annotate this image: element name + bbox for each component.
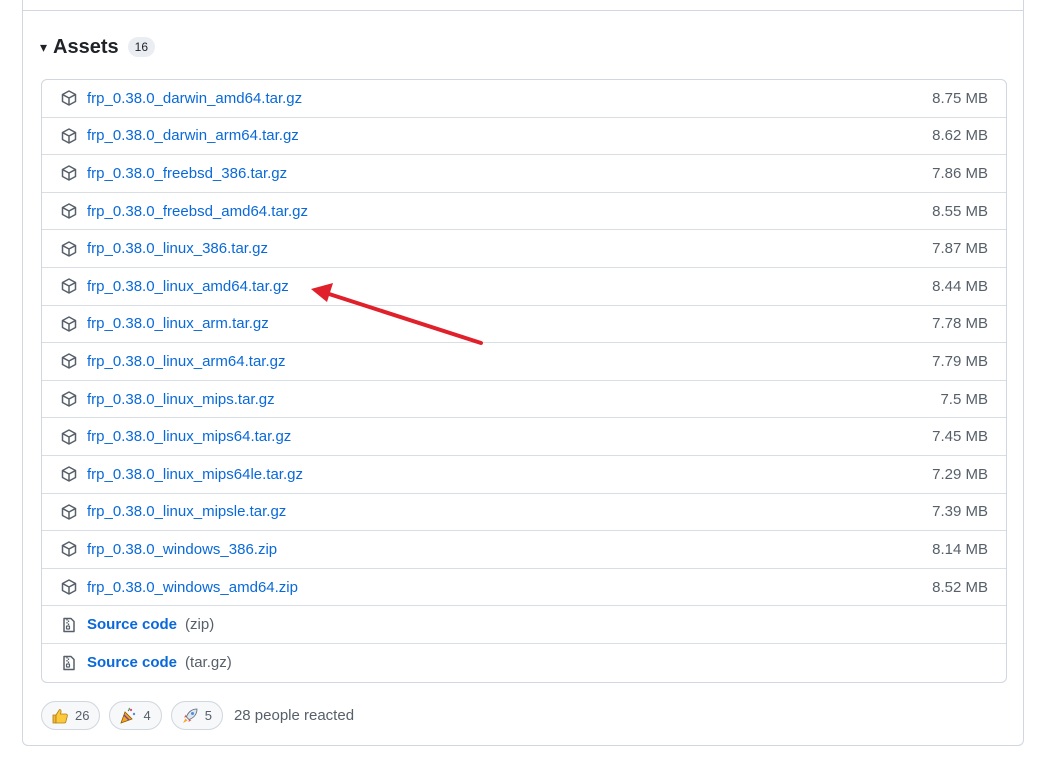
divider (22, 10, 1024, 11)
asset-download-link[interactable]: frp_0.38.0_windows_amd64.zip (87, 579, 298, 596)
file-zip-icon (60, 654, 78, 672)
asset-size: 7.5 MB (940, 390, 988, 408)
source-code-ext: (tar.gz) (185, 654, 232, 672)
assets-toggle[interactable]: ▾ Assets 16 (40, 33, 155, 61)
source-code-label: Source code (87, 654, 178, 672)
asset-row: frp_0.38.0_freebsd_386.tar.gz 7.86 MB (42, 155, 1006, 193)
source-code-row: Source code (tar.gz) (42, 644, 1006, 682)
reactions-bar: 26 4 5 28 people reacted (41, 700, 354, 731)
asset-list: frp_0.38.0_darwin_amd64.tar.gz 8.75 MB frp… (41, 79, 1007, 683)
source-code-row: Source code (zip) (42, 606, 1006, 644)
package-icon (60, 503, 78, 521)
asset-download-link[interactable]: frp_0.38.0_linux_386.tar.gz (87, 240, 268, 257)
asset-row: frp_0.38.0_darwin_amd64.tar.gz 8.75 MB (42, 80, 1006, 118)
package-icon (60, 315, 78, 333)
asset-size: 8.75 MB (932, 89, 988, 107)
asset-size: 7.79 MB (932, 352, 988, 370)
asset-row: frp_0.38.0_linux_mips64le.tar.gz 7.29 MB (42, 456, 1006, 494)
package-icon (60, 540, 78, 558)
asset-size: 8.44 MB (932, 277, 988, 295)
source-code-link[interactable]: Source code (tar.gz) (87, 654, 232, 671)
asset-row: frp_0.38.0_freebsd_amd64.tar.gz 8.55 MB (42, 193, 1006, 231)
asset-download-link[interactable]: frp_0.38.0_linux_mips64le.tar.gz (87, 466, 303, 483)
reaction-button[interactable]: 5 (170, 701, 223, 730)
asset-row: frp_0.38.0_darwin_arm64.tar.gz 8.62 MB (42, 118, 1006, 156)
source-code-ext: (zip) (185, 616, 215, 634)
asset-download-link[interactable]: frp_0.38.0_linux_arm.tar.gz (87, 315, 269, 332)
rocket-icon (181, 707, 199, 725)
asset-row: frp_0.38.0_linux_amd64.tar.gz 8.44 MB (42, 268, 1006, 306)
asset-row: frp_0.38.0_linux_386.tar.gz 7.87 MB (42, 230, 1006, 268)
asset-size: 8.14 MB (932, 540, 988, 558)
asset-size: 7.86 MB (932, 164, 988, 182)
reaction-count: 4 (143, 708, 151, 723)
source-code-link[interactable]: Source code (zip) (87, 616, 214, 633)
file-zip-icon (60, 616, 78, 634)
reaction-button[interactable]: 4 (109, 701, 162, 730)
triangle-down-icon: ▾ (40, 39, 48, 55)
asset-download-link[interactable]: frp_0.38.0_freebsd_386.tar.gz (87, 165, 287, 182)
asset-row: frp_0.38.0_windows_amd64.zip 8.52 MB (42, 569, 1006, 607)
package-icon (60, 390, 78, 408)
party-popper-icon (119, 707, 137, 725)
assets-count-badge: 16 (127, 37, 155, 57)
package-icon (60, 277, 78, 295)
reaction-button[interactable]: 26 (41, 701, 101, 730)
asset-download-link[interactable]: frp_0.38.0_linux_mips.tar.gz (87, 391, 275, 408)
asset-size: 7.29 MB (932, 465, 988, 483)
asset-row: frp_0.38.0_linux_mipsle.tar.gz 7.39 MB (42, 494, 1006, 532)
asset-size: 7.45 MB (932, 428, 988, 446)
asset-download-link[interactable]: frp_0.38.0_linux_amd64.tar.gz (87, 278, 289, 295)
asset-download-link[interactable]: frp_0.38.0_windows_386.zip (87, 541, 277, 558)
asset-size: 8.52 MB (932, 578, 988, 596)
asset-row: frp_0.38.0_linux_arm64.tar.gz 7.79 MB (42, 343, 1006, 381)
asset-row: frp_0.38.0_windows_386.zip 8.14 MB (42, 531, 1006, 569)
asset-size: 7.87 MB (932, 240, 988, 258)
reactions-summary: 28 people reacted (233, 707, 355, 724)
package-icon (60, 127, 78, 145)
package-icon (60, 428, 78, 446)
thumbs-up-icon (51, 707, 69, 725)
asset-size: 8.62 MB (932, 127, 988, 145)
asset-download-link[interactable]: frp_0.38.0_darwin_amd64.tar.gz (87, 90, 302, 107)
asset-row: frp_0.38.0_linux_mips.tar.gz 7.5 MB (42, 381, 1006, 419)
asset-size: 7.39 MB (932, 503, 988, 521)
asset-download-link[interactable]: frp_0.38.0_linux_arm64.tar.gz (87, 353, 285, 370)
package-icon (60, 240, 78, 258)
package-icon (60, 465, 78, 483)
package-icon (60, 164, 78, 182)
asset-row: frp_0.38.0_linux_mips64.tar.gz 7.45 MB (42, 418, 1006, 456)
asset-row: frp_0.38.0_linux_arm.tar.gz 7.78 MB (42, 306, 1006, 344)
reaction-count: 5 (204, 708, 212, 723)
asset-download-link[interactable]: frp_0.38.0_linux_mipsle.tar.gz (87, 503, 286, 520)
package-icon (60, 202, 78, 220)
asset-download-link[interactable]: frp_0.38.0_freebsd_amd64.tar.gz (87, 203, 308, 220)
asset-download-link[interactable]: frp_0.38.0_linux_mips64.tar.gz (87, 428, 291, 445)
package-icon (60, 89, 78, 107)
package-icon (60, 352, 78, 370)
source-code-label: Source code (87, 616, 178, 634)
asset-size: 8.55 MB (932, 202, 988, 220)
assets-title: Assets (53, 35, 119, 58)
asset-download-link[interactable]: frp_0.38.0_darwin_arm64.tar.gz (87, 127, 299, 144)
package-icon (60, 578, 78, 596)
reaction-count: 26 (75, 708, 90, 723)
asset-size: 7.78 MB (932, 315, 988, 333)
